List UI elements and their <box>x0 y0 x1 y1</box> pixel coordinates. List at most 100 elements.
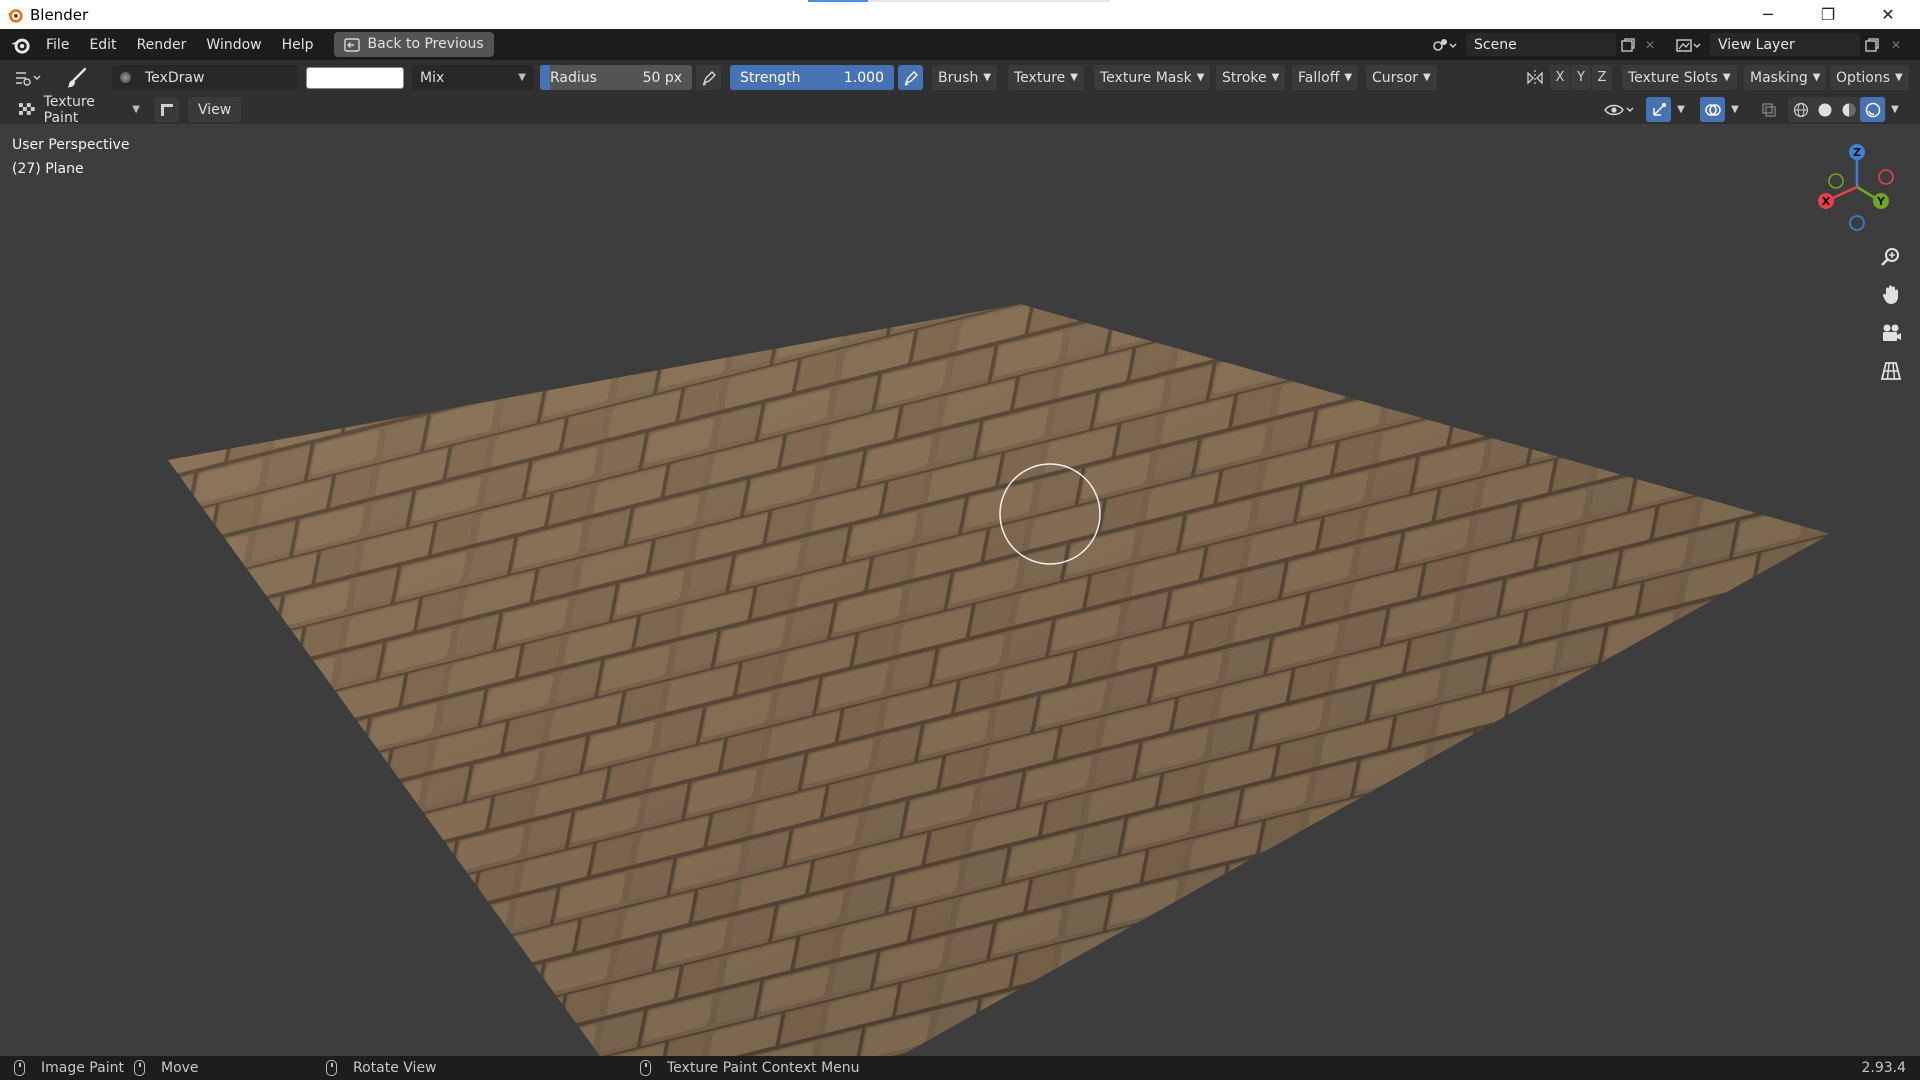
strength-slider[interactable]: Strength 1.000 <box>730 65 894 90</box>
editor-type-icon <box>16 71 41 86</box>
pan-view-button[interactable] <box>1876 280 1906 310</box>
brush-menu[interactable]: Brush ▼ <box>932 65 998 90</box>
face-mask-icon <box>160 103 173 116</box>
rendered-shading-button[interactable] <box>1860 97 1885 122</box>
gizmo-neg-x-icon[interactable] <box>1878 169 1894 185</box>
mirror-y-toggle[interactable]: Y <box>1571 65 1591 90</box>
view-menu[interactable]: View <box>188 97 242 122</box>
texture-slots-label: Texture Slots <box>1628 69 1718 86</box>
chevron-down-icon: ▼ <box>1677 104 1685 115</box>
strength-pressure-toggle[interactable] <box>898 65 923 90</box>
brush-preview-icon <box>120 72 131 83</box>
plane-shading <box>168 304 1830 1056</box>
back-to-previous-label: Back to Previous <box>367 36 484 52</box>
strength-value: 1.000 <box>843 69 884 86</box>
radius-slider[interactable]: Radius 50 px <box>540 65 692 90</box>
camera-view-button[interactable] <box>1876 318 1906 348</box>
material-preview-button[interactable] <box>1836 97 1861 122</box>
close-icon: ✕ <box>1890 37 1902 52</box>
gizmo-neg-y-icon[interactable] <box>1828 173 1844 189</box>
back-to-previous-button[interactable]: Back to Previous <box>333 32 494 57</box>
mirror-x-label: X <box>1555 70 1565 85</box>
scene-icon <box>1433 38 1457 51</box>
blend-mode-dropdown[interactable]: Mix ▼ <box>412 65 534 90</box>
material-sphere-icon <box>1842 103 1855 116</box>
xray-toggle[interactable] <box>1756 97 1781 122</box>
menu-edit[interactable]: Edit <box>79 33 126 57</box>
view-layer-icon <box>1676 38 1701 52</box>
brush-menu-label: Brush <box>938 69 979 86</box>
window-title: Blender <box>30 5 89 24</box>
delete-scene-button[interactable]: ✕ <box>1640 33 1660 56</box>
brush-selector[interactable]: TexDraw <box>112 65 298 90</box>
gizmo-dropdown[interactable]: ▼ <box>1672 97 1690 122</box>
shading-dropdown[interactable]: ▼ <box>1886 97 1904 122</box>
chevron-down-icon: ▼ <box>1070 72 1078 83</box>
menu-file[interactable]: File <box>36 33 79 57</box>
solid-sphere-icon <box>1818 103 1831 116</box>
radius-pressure-toggle[interactable] <box>696 65 721 90</box>
3d-viewport[interactable]: User Perspective (27) Plane Z Y X <box>0 124 1920 1056</box>
mode-dropdown[interactable]: Texture Paint ▼ <box>10 94 148 126</box>
cursor-menu[interactable]: Cursor ▼ <box>1366 65 1437 90</box>
zoom-view-button[interactable] <box>1876 242 1906 272</box>
menu-render[interactable]: Render <box>127 33 197 57</box>
options-menu[interactable]: Options ▼ <box>1830 65 1909 90</box>
pen-pressure-icon <box>904 70 918 86</box>
menu-window[interactable]: Window <box>196 33 271 57</box>
xray-icon <box>1761 102 1776 117</box>
status-hint-move: Move <box>134 1056 199 1080</box>
blender-menu-icon[interactable] <box>10 34 32 56</box>
gizmo-toggle[interactable] <box>1646 97 1671 122</box>
wireframe-shading-button[interactable] <box>1788 97 1813 122</box>
chevron-down-icon: ▼ <box>1895 72 1903 83</box>
masking-menu[interactable]: Masking ▼ <box>1744 65 1827 90</box>
menu-help[interactable]: Help <box>272 33 324 57</box>
close-window-button[interactable]: ✕ <box>1860 0 1916 29</box>
maximize-icon: ❐ <box>1820 5 1836 24</box>
active-tool-button[interactable] <box>62 65 92 90</box>
delete-view-layer-button[interactable]: ✕ <box>1886 33 1906 56</box>
view-layer-type-dropdown[interactable] <box>1672 33 1706 56</box>
maximize-button[interactable]: ❐ <box>1800 0 1856 29</box>
radius-value: 50 px <box>642 69 682 86</box>
top-menu-bar: File Edit Render Window Help Back to Pre… <box>0 29 1920 60</box>
overlays-toggle[interactable] <box>1700 97 1725 122</box>
new-view-layer-button[interactable] <box>1860 33 1884 56</box>
gizmo-neg-z-icon[interactable] <box>1849 215 1865 231</box>
mirror-z-toggle[interactable]: Z <box>1592 65 1612 90</box>
texture-paint-mode-icon <box>18 102 35 115</box>
brush-color-swatch[interactable] <box>306 67 404 89</box>
overlays-dropdown[interactable]: ▼ <box>1726 97 1744 122</box>
blender-logo-icon <box>6 8 23 23</box>
visibility-dropdown[interactable] <box>1602 97 1638 122</box>
stroke-menu-label: Stroke <box>1222 69 1267 86</box>
ortho-toggle-button[interactable] <box>1876 356 1906 386</box>
scene-name-field[interactable]: Scene <box>1466 33 1616 56</box>
texture-slots-menu[interactable]: Texture Slots ▼ <box>1622 65 1737 90</box>
status-hint-rotate: Rotate View <box>326 1056 437 1080</box>
brush-name: TexDraw <box>145 69 205 86</box>
navigation-gizmo[interactable]: Z Y X <box>1800 132 1910 242</box>
mirror-x-toggle[interactable]: X <box>1550 65 1570 90</box>
close-icon: ✕ <box>1644 37 1656 52</box>
chevron-down-icon: ▼ <box>1423 72 1431 83</box>
status-hint-label: Move <box>161 1060 199 1076</box>
view-layer-name-field[interactable]: View Layer <box>1710 33 1860 56</box>
scene-type-dropdown[interactable] <box>1428 33 1462 56</box>
editor-type-dropdown[interactable] <box>10 65 50 90</box>
chevron-down-icon: ▼ <box>518 72 526 83</box>
texture-menu[interactable]: Texture ▼ <box>1008 65 1084 90</box>
symmetry-icon-button[interactable] <box>1522 65 1547 90</box>
falloff-menu[interactable]: Falloff ▼ <box>1292 65 1359 90</box>
radius-slider-fill <box>540 65 550 90</box>
paint-mask-toggle[interactable] <box>154 97 179 122</box>
chevron-down-icon: ▼ <box>983 72 992 83</box>
texture-menu-label: Texture <box>1014 69 1066 86</box>
new-scene-button[interactable] <box>1616 33 1640 56</box>
stroke-menu[interactable]: Stroke ▼ <box>1216 65 1286 90</box>
paint-brush-icon <box>67 67 87 87</box>
minimize-button[interactable]: ─ <box>1740 0 1796 29</box>
solid-shading-button[interactable] <box>1812 97 1837 122</box>
texture-mask-menu[interactable]: Texture Mask ▼ <box>1094 65 1211 90</box>
